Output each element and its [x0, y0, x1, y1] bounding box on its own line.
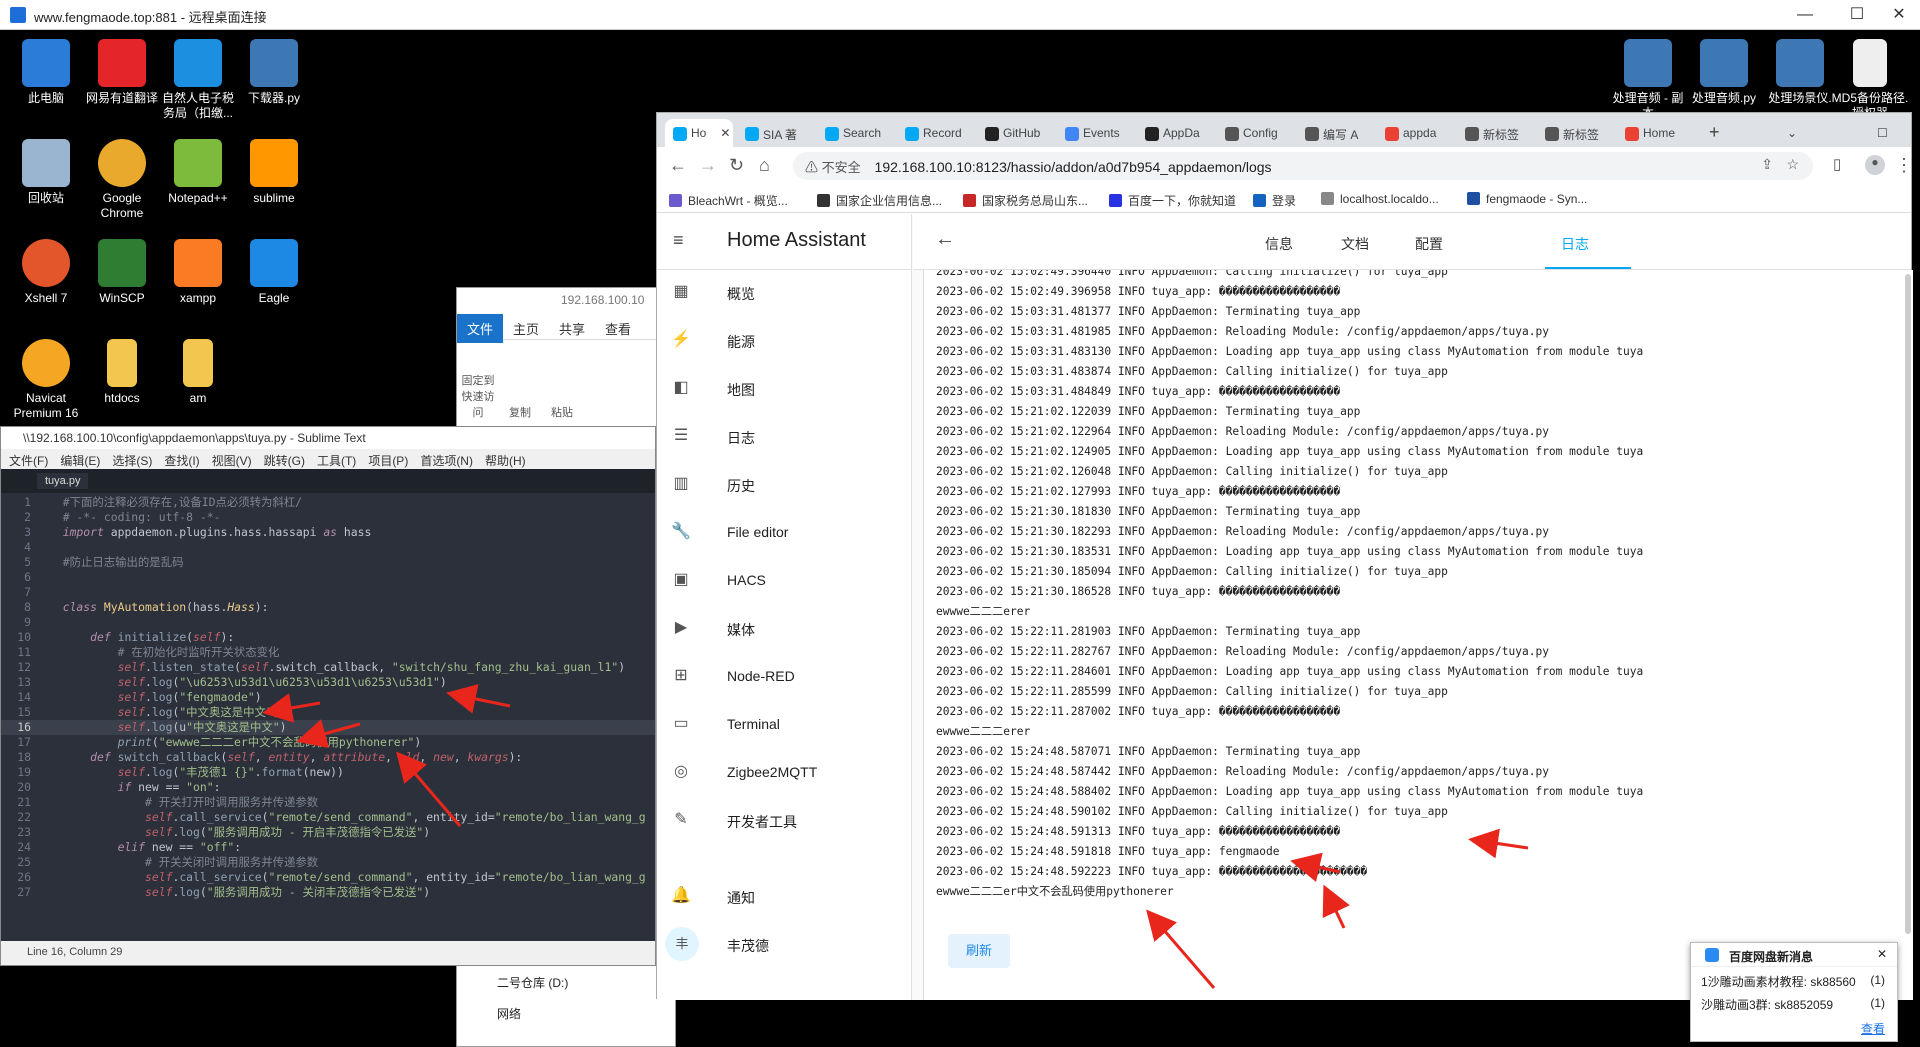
arrow [262, 693, 321, 723]
arrow [446, 684, 511, 714]
arrow [296, 719, 361, 749]
arrow [1468, 828, 1529, 859]
arrow [396, 751, 462, 827]
annotation-arrows [262, 684, 1529, 989]
arrow [1322, 884, 1350, 929]
arrow [1290, 852, 1341, 882]
arrow [1146, 909, 1216, 989]
